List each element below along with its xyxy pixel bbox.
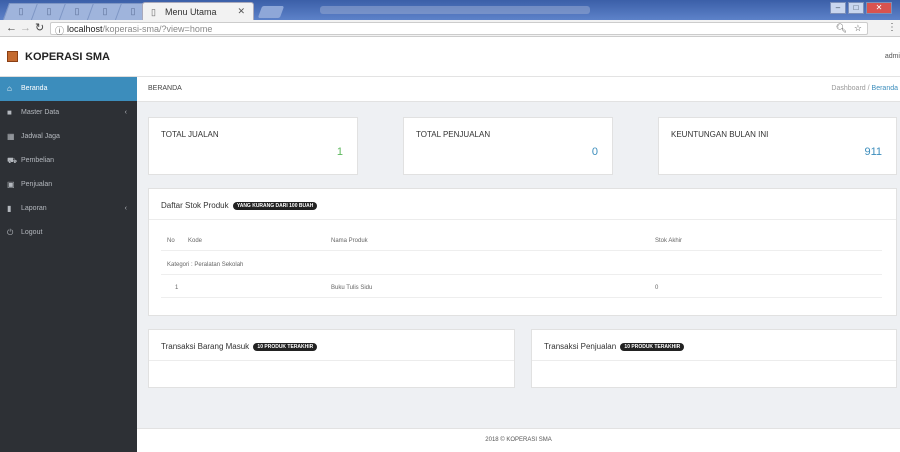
sidebar-item-label: Master Data — [21, 109, 60, 116]
cell-nama: Buku Tulis Sidu — [331, 285, 373, 291]
brand[interactable]: KOPERASI SMA — [0, 37, 137, 77]
divider — [149, 219, 896, 220]
cell-stok: 0 — [655, 285, 659, 291]
sidebar-item-penjualan[interactable]: ▣ Penjualan — [0, 173, 137, 197]
table-row: 1 Buku Tulis Sidu 0 — [161, 278, 882, 298]
power-icon: ⏻ — [7, 228, 14, 237]
footer: 2018 © KOPERASI SMA — [137, 428, 900, 452]
browser-tab-strip: ▯ ▯ ▯ ▯ ▯ ▯ Menu Utama ✕ – □ ✕ — [0, 0, 900, 20]
chevron-left-icon: ‹ — [124, 205, 127, 212]
file-icon: ▮ — [7, 204, 12, 213]
badge: 10 PRODUK TERAKHIR — [253, 343, 318, 351]
brand-name: KOPERASI SMA — [25, 51, 110, 63]
sidebar-item-label: Pembelian — [21, 157, 55, 164]
new-tab-button[interactable] — [257, 6, 285, 18]
document-icon: ▯ — [151, 7, 156, 17]
panel-title: Daftar Stok Produk YANG KURANG DARI 100 … — [161, 201, 318, 210]
window-title-blur — [320, 6, 590, 14]
category-row: Kategori : Peralatan Sekolah — [161, 255, 882, 275]
back-arrow-icon[interactable]: ← — [6, 22, 17, 35]
minimize-button[interactable]: – — [830, 2, 846, 14]
cart-icon: ⛟ — [7, 156, 18, 165]
tab-title: Menu Utama — [165, 7, 217, 17]
badge: YANG KURANG DARI 100 BUAH — [232, 202, 318, 210]
chevron-left-icon: ‹ — [124, 109, 127, 116]
breadcrumb-current: Beranda — [871, 85, 898, 92]
panel-title: Transaksi Barang Masuk 10 PRODUK TERAKHI… — [161, 342, 318, 351]
stat-box-keuntungan: KEUNTUNGAN BULAN INI 911 — [658, 117, 897, 175]
maximize-button[interactable]: □ — [848, 2, 864, 14]
sidebar-item-label: Penjualan — [21, 181, 53, 188]
calendar-icon: ▦ — [7, 132, 15, 141]
close-window-button[interactable]: ✕ — [866, 2, 892, 14]
category-label: Kategori : Peralatan Sekolah — [167, 262, 244, 268]
sidebar-item-label: Laporan — [21, 205, 47, 212]
sidebar-item-label: Jadwal Jaga — [21, 133, 60, 140]
url-input[interactable]: ⓘ localhost/koperasi-sma/?view=home 🔍︎ ☆ — [50, 22, 868, 37]
stat-value: 1 — [336, 146, 343, 158]
column-header: No — [167, 238, 175, 244]
sidebar-item-label: Logout — [21, 229, 43, 236]
forward-arrow-icon[interactable]: → — [20, 22, 31, 35]
penjualan-panel: Transaksi Penjualan 10 PRODUK TERAKHIR — [531, 329, 897, 388]
content-header: BERANDA Dashboard / Beranda — [137, 77, 900, 102]
breadcrumb-dashboard[interactable]: Dashboard — [831, 85, 865, 92]
cell-no: 1 — [175, 285, 179, 291]
window-controls: – □ ✕ — [830, 2, 892, 14]
divider — [149, 360, 514, 361]
sidebar-item-beranda[interactable]: ⌂ Beranda — [0, 77, 137, 101]
user-menu[interactable]: admi — [885, 53, 900, 60]
column-header: Nama Produk — [331, 238, 368, 244]
close-tab-icon[interactable]: ✕ — [237, 6, 245, 17]
url-text: localhost/koperasi-sma/?view=home — [67, 24, 213, 34]
sidebar-menu: ⌂ Beranda ■ Master Data ‹ ▦ Jadwal Jaga … — [0, 77, 137, 245]
stat-value: 911 — [864, 146, 882, 158]
browser-tab-active[interactable]: ▯ Menu Utama ✕ — [142, 2, 254, 20]
copyright-text: 2018 © KOPERASI SMA — [485, 437, 552, 443]
stat-label: TOTAL PENJUALAN — [416, 130, 491, 139]
top-navbar: admi — [137, 37, 900, 77]
logo — [7, 51, 18, 62]
bookmark-star-icon[interactable]: ☆ — [854, 23, 862, 34]
cash-icon: ▣ — [7, 180, 15, 189]
breadcrumb-separator: / — [867, 85, 870, 92]
folder-icon: ■ — [7, 108, 12, 117]
browser-menu-icon[interactable]: ⋮ — [887, 22, 897, 33]
stock-panel: Daftar Stok Produk YANG KURANG DARI 100 … — [148, 188, 897, 316]
table-header: No Kode Nama Produk Stok Akhir — [161, 231, 882, 251]
column-header: Kode — [188, 238, 203, 244]
reload-icon[interactable]: ↻ — [35, 22, 44, 35]
badge: 10 PRODUK TERAKHIR — [620, 343, 685, 351]
zoom-icon[interactable]: 🔍︎ — [836, 23, 847, 34]
column-header: Stok Akhir — [655, 238, 683, 244]
stat-box-total-penjualan: TOTAL PENJUALAN 0 — [403, 117, 613, 175]
info-icon[interactable]: ⓘ — [55, 24, 64, 37]
sidebar-item-jadwal-jaga[interactable]: ▦ Jadwal Jaga — [0, 125, 137, 149]
barang-masuk-panel: Transaksi Barang Masuk 10 PRODUK TERAKHI… — [148, 329, 515, 388]
home-icon: ⌂ — [7, 84, 12, 93]
sidebar: KOPERASI SMA ⌂ Beranda ■ Master Data ‹ ▦… — [0, 37, 137, 452]
stat-value: 0 — [591, 146, 598, 158]
panel-title: Transaksi Penjualan 10 PRODUK TERAKHIR — [544, 342, 685, 351]
address-bar: ← → ↻ ⓘ localhost/koperasi-sma/?view=hom… — [0, 20, 900, 37]
sidebar-item-label: Beranda — [21, 85, 48, 92]
breadcrumb: Dashboard / Beranda — [831, 85, 898, 92]
sidebar-item-laporan[interactable]: ▮ Laporan ‹ — [0, 197, 137, 221]
sidebar-item-pembelian[interactable]: ⛟ Pembelian — [0, 149, 137, 173]
stat-label: KEUNTUNGAN BULAN INI — [671, 130, 769, 139]
stat-box-total-jualan: TOTAL JUALAN 1 — [148, 117, 358, 175]
sidebar-item-logout[interactable]: ⏻ Logout — [0, 221, 137, 245]
stat-label: TOTAL JUALAN — [161, 130, 219, 139]
divider — [532, 360, 896, 361]
page-title: BERANDA — [148, 85, 182, 92]
sidebar-item-master-data[interactable]: ■ Master Data ‹ — [0, 101, 137, 125]
